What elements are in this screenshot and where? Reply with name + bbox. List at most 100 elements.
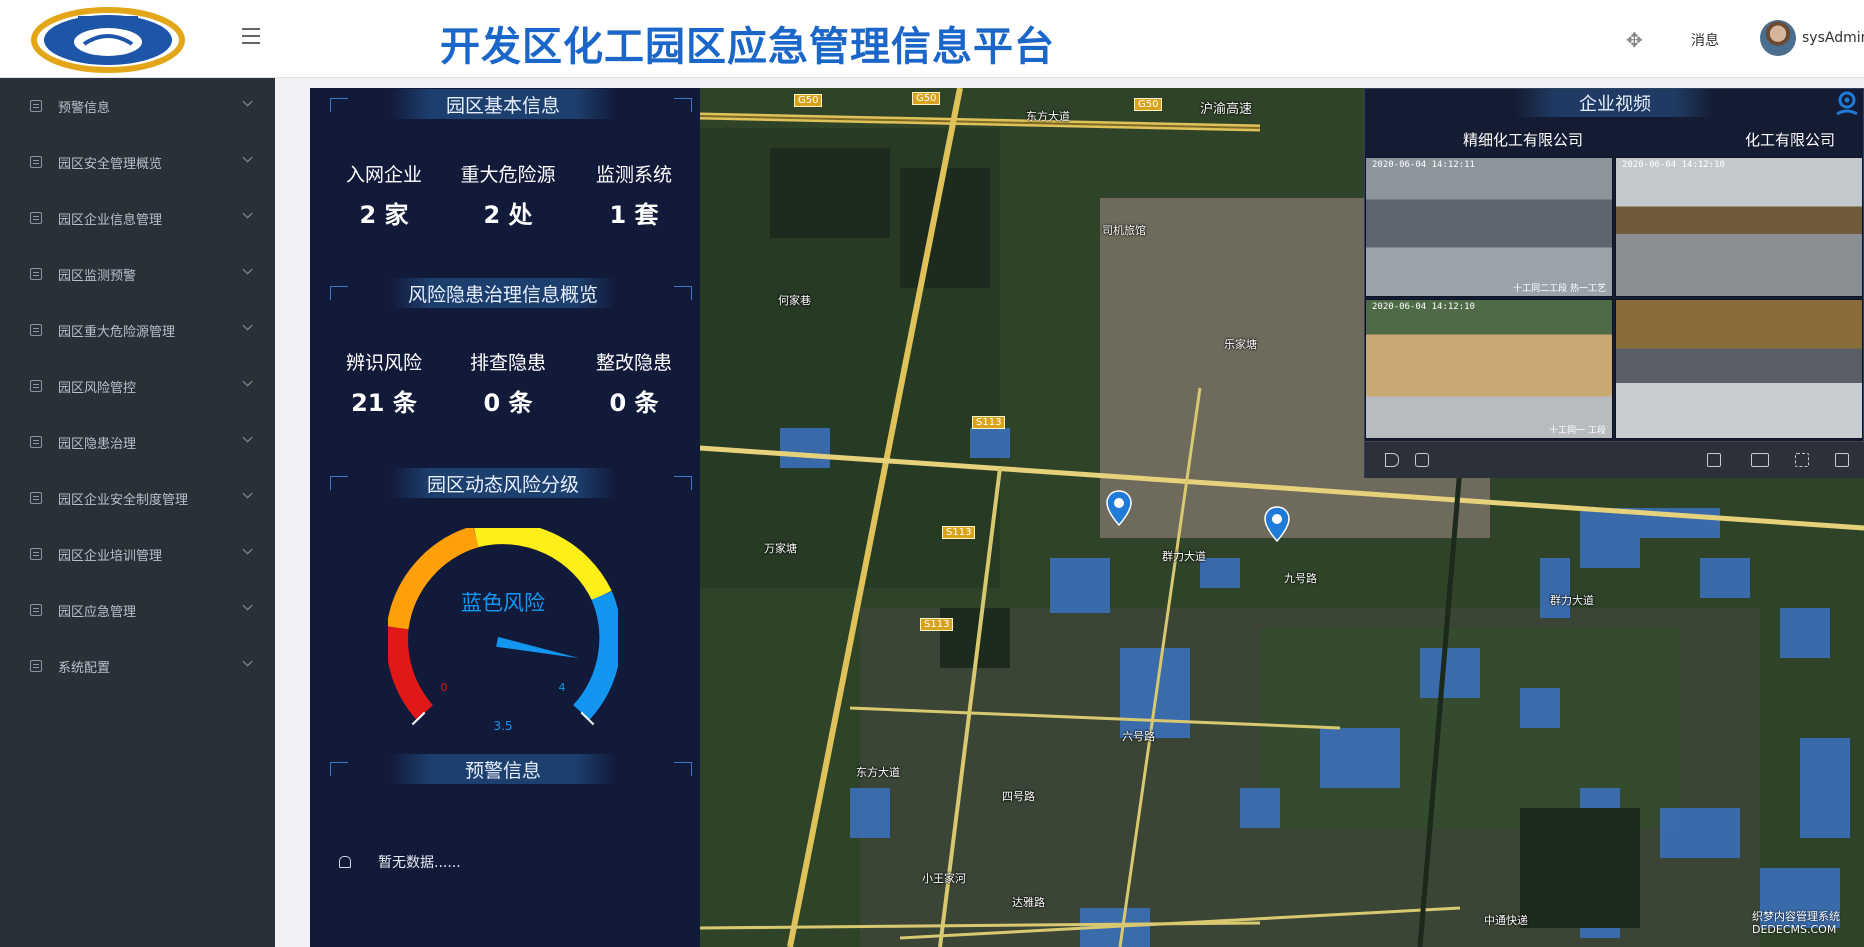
mute-icon[interactable]	[1385, 453, 1399, 467]
road-shield: G50	[794, 94, 823, 107]
chevron-down-icon	[242, 320, 253, 331]
camera-timestamp: 2020-06-04 14:12:11	[1372, 160, 1475, 170]
sidebar-item-emergency[interactable]: 园区应急管理	[0, 582, 275, 638]
window-restore-icon[interactable]	[1707, 453, 1721, 467]
sidebar-item-label: 系统配置	[58, 660, 111, 676]
map-label: 东方大道	[856, 766, 900, 779]
road-shield: G50	[1134, 98, 1163, 111]
stat-label: 辨识风险	[345, 352, 422, 374]
chevron-down-icon	[242, 656, 253, 667]
sidebar-item-hidden-danger[interactable]: 园区隐患治理	[0, 414, 275, 470]
risk-level-title: 园区动态风险分级	[390, 468, 616, 498]
sidebar-item-label: 预警信息	[58, 100, 111, 116]
move-icon[interactable]: ✥	[1626, 28, 1643, 52]
gauge-max-label: 4	[559, 681, 566, 694]
chevron-down-icon	[242, 376, 253, 387]
video-tab-enterprise-2[interactable]: 化工有限公司	[1745, 129, 1835, 150]
menu-icon	[30, 380, 42, 392]
alerts-title: 预警信息	[390, 754, 616, 784]
stat-label: 监测系统	[595, 164, 672, 186]
risk-gauge: 蓝色风险 0 4 3.5	[388, 528, 618, 733]
camera-feed-2[interactable]: 2020-06-04 14:12:10	[1615, 157, 1863, 297]
messages-link[interactable]: 消息	[1691, 30, 1719, 50]
gauge-label: 蓝色风险	[461, 591, 545, 615]
map-label: 沪渝高速	[1200, 102, 1253, 117]
camera-snapshot-icon[interactable]	[1415, 453, 1429, 467]
map-label: 九号路	[1284, 572, 1317, 585]
frame-corner	[674, 286, 692, 300]
stat-label: 整改隐患	[595, 352, 672, 374]
gauge-band-blue	[573, 591, 618, 720]
stat-label: 重大危险源	[460, 164, 556, 186]
watermark-line: 织梦内容管理系统	[1752, 910, 1840, 923]
chevron-down-icon	[242, 488, 253, 499]
road-shield: S113	[942, 526, 976, 539]
menu-icon	[30, 268, 42, 280]
watermark: 织梦内容管理系统 DEDECMS.COM	[1752, 910, 1840, 936]
sidebar-item-label: 园区重大危险源管理	[58, 324, 176, 340]
road-shield: S113	[972, 416, 1006, 429]
gauge-band-red	[388, 626, 434, 720]
menu-toggle-icon[interactable]	[242, 28, 260, 44]
map-label: 达雅路	[1012, 896, 1045, 909]
sidebar-item-enterprise-info[interactable]: 园区企业信息管理	[0, 190, 275, 246]
avatar[interactable]	[1760, 20, 1796, 56]
map-marker-icon[interactable]	[1264, 506, 1290, 542]
chevron-down-icon	[242, 600, 253, 611]
sidebar-item-safety-rules[interactable]: 园区企业安全制度管理	[0, 470, 275, 526]
frame-corner	[674, 762, 692, 776]
locate-icon[interactable]	[1834, 90, 1860, 118]
stat-enterprises: 入网企业 2 家	[324, 160, 444, 230]
frame-corner	[330, 98, 348, 112]
chevron-down-icon	[242, 432, 253, 443]
video-toolbar	[1365, 441, 1864, 478]
video-tab-enterprise-1[interactable]: 精细化工有限公司	[1463, 129, 1583, 150]
stat-hazard-sources: 重大危险源 2 处	[448, 160, 568, 230]
chevron-down-icon	[242, 96, 253, 107]
username[interactable]: sysAdmin	[1802, 30, 1864, 46]
picture-in-picture-icon[interactable]	[1835, 453, 1849, 467]
chevron-down-icon	[242, 208, 253, 219]
fullscreen-icon[interactable]	[1795, 453, 1809, 467]
map-label: 何家巷	[778, 294, 811, 307]
stat-value: 2 家	[359, 201, 409, 229]
sidebar-item-monitoring[interactable]: 园区监测预警	[0, 246, 275, 302]
stat-rectified-hazards: 整改隐患 0 条	[574, 348, 694, 418]
frame-corner	[674, 98, 692, 112]
video-grid: 2020-06-04 14:12:11 十工同二工段 热一工艺 2020-06-…	[1365, 157, 1864, 439]
map-marker-icon[interactable]	[1106, 490, 1132, 526]
menu-icon	[30, 324, 42, 336]
map-label: 司机旅馆	[1102, 224, 1146, 237]
map-label: 万家塘	[764, 542, 797, 555]
gauge-value-label: 3.5	[493, 719, 512, 733]
camera-caption: 十工同二工段 热一工艺	[1513, 284, 1606, 294]
gauge-band-yellow	[473, 528, 612, 601]
grid-layout-icon[interactable]	[1751, 453, 1769, 467]
camera-feed-4[interactable]	[1615, 299, 1863, 439]
sidebar-item-training[interactable]: 园区企业培训管理	[0, 526, 275, 582]
sidebar-item-label: 园区企业信息管理	[58, 212, 163, 228]
road-shield: S113	[920, 618, 954, 631]
camera-feed-1[interactable]: 2020-06-04 14:12:11 十工同二工段 热一工艺	[1365, 157, 1613, 297]
sidebar-item-label: 园区监测预警	[58, 268, 137, 284]
video-tabs: 精细化工有限公司 化工有限公司	[1365, 129, 1864, 149]
stat-value: 2 处	[483, 201, 533, 229]
sidebar-item-system-config[interactable]: 系统配置	[0, 638, 275, 694]
sidebar-item-label: 园区隐患治理	[58, 436, 137, 452]
sidebar-item-safety-overview[interactable]: 园区安全管理概览	[0, 134, 275, 190]
chevron-down-icon	[242, 152, 253, 163]
chevron-down-icon	[242, 264, 253, 275]
camera-feed-3[interactable]: 2020-06-04 14:12:10 十工同一 工段	[1365, 299, 1613, 439]
menu-icon	[30, 212, 42, 224]
sidebar-item-warnings[interactable]: 预警信息	[0, 78, 275, 134]
video-panel-title: 企业视频	[1515, 89, 1715, 117]
menu-icon	[30, 492, 42, 504]
stat-identified-risks: 辨识风险 21 条	[324, 348, 444, 418]
sidebar-item-risk-control[interactable]: 园区风险管控	[0, 358, 275, 414]
stat-value: 21 条	[351, 389, 417, 417]
alerts-empty-row: 暂无数据......	[338, 852, 461, 872]
sidebar-item-hazard-sources[interactable]: 园区重大危险源管理	[0, 302, 275, 358]
stat-value: 0 条	[483, 389, 533, 417]
road-shield: G50	[912, 92, 941, 105]
risk-overview-title: 风险隐患治理信息概览	[390, 278, 616, 308]
